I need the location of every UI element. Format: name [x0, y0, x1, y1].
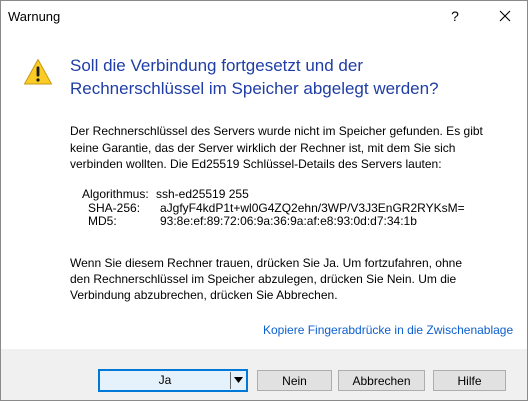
key-detail-label: SHA-256:	[88, 200, 141, 215]
yes-split-button[interactable]: Ja	[98, 369, 248, 392]
paragraph-line: den Rechnerschlüssel im Speicher abzuleg…	[70, 272, 457, 286]
paragraph-line: keine Garantie, das der Server wirklich …	[70, 140, 456, 155]
paragraph-line: Der Rechnerschlüssel des Servers wurde n…	[70, 124, 483, 138]
help-title-button[interactable]: ?	[445, 5, 465, 27]
title-bar: Warnung ?	[1, 1, 527, 32]
key-detail-value: 93:8e:ef:89:72:06:9a:36:9a:af:e8:93:0d:d…	[160, 214, 417, 228]
paragraph-line: Verbindung abzubrechen, drücken Sie Abbr…	[70, 288, 338, 302]
warning-triangle-icon	[24, 59, 52, 85]
yes-button-label[interactable]: Ja	[100, 371, 230, 390]
paragraph-line: Wenn Sie diesem Rechner trauen, drücken …	[70, 256, 462, 270]
no-button[interactable]: Nein	[257, 370, 332, 391]
close-icon	[499, 10, 511, 22]
help-button[interactable]: Hilfe	[433, 370, 506, 391]
instructions-paragraph: Wenn Sie diesem Rechner trauen, drücken …	[70, 255, 510, 303]
split-divider	[230, 372, 231, 389]
intro-paragraph: Der Rechnerschlüssel des Servers wurde n…	[70, 123, 510, 173]
headline-line: Soll die Verbindung fortgesetzt und der	[70, 56, 363, 75]
paragraph-line: verbinden wollten. Die Ed25519 Schlüssel…	[70, 157, 442, 171]
dropdown-arrow-icon[interactable]	[234, 377, 243, 383]
key-detail-row: SHA-256: aJgfyF4kdP1t+wl0G4ZQ2ehn/3WP/V3…	[82, 200, 465, 216]
warning-dialog: Warnung ? Soll die Verbindung fortgesetz…	[0, 0, 528, 401]
key-detail-label: Algorithmus:	[82, 187, 149, 201]
dialog-headline: Soll die Verbindung fortgesetzt und der …	[70, 54, 510, 100]
key-details: Algorithmus: ssh-ed25519 255 SHA-256: aJ…	[82, 187, 465, 229]
key-detail-label: MD5:	[88, 214, 117, 228]
key-detail-row: MD5: 93:8e:ef:89:72:06:9a:36:9a:af:e8:93…	[82, 214, 465, 229]
close-button[interactable]	[491, 3, 519, 29]
key-detail-value: ssh-ed25519 255	[156, 187, 249, 201]
window-title: Warnung	[8, 9, 61, 24]
headline-line: Rechnerschlüssel im Speicher abgelegt we…	[70, 79, 439, 98]
cancel-button[interactable]: Abbrechen	[338, 370, 425, 391]
key-detail-value: aJgfyF4kdP1t+wl0G4ZQ2ehn/3WP/V3J3EnGR2RY…	[160, 200, 465, 215]
copy-fingerprints-link[interactable]: Kopiere Fingerabdrücke in die Zwischenab…	[263, 323, 513, 337]
key-detail-row: Algorithmus: ssh-ed25519 255	[82, 187, 465, 202]
